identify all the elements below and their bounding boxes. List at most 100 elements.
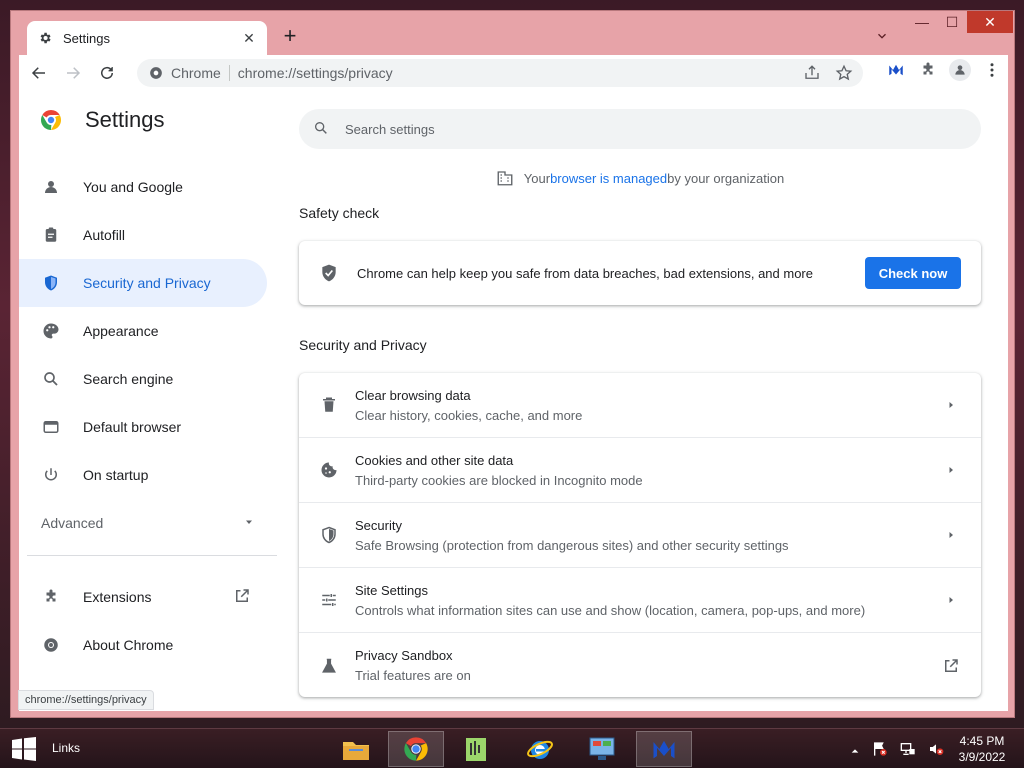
row-title: Cookies and other site data xyxy=(355,452,514,468)
managed-link[interactable]: browser is managed xyxy=(550,171,667,186)
clock-time: 4:45 PM xyxy=(959,734,1005,748)
row-privacy-sandbox[interactable]: Privacy Sandbox Trial features are on xyxy=(299,633,981,698)
row-title: Security xyxy=(355,517,402,533)
sidebar-item-security-and-privacy[interactable]: Security and Privacy xyxy=(19,259,267,307)
caret-down-icon xyxy=(243,515,255,531)
notepad-plus-taskbar-icon[interactable] xyxy=(448,731,504,767)
back-button[interactable] xyxy=(25,59,53,87)
malwarebytes-taskbar-icon[interactable] xyxy=(636,731,692,767)
reload-button[interactable] xyxy=(93,59,121,87)
advanced-label: Advanced xyxy=(41,515,104,531)
sidebar-item-autofill[interactable]: Autofill xyxy=(19,211,267,259)
puzzle-icon[interactable] xyxy=(917,59,939,81)
system-tray xyxy=(850,741,944,762)
new-tab-button[interactable]: + xyxy=(279,25,301,48)
sidebar-advanced-toggle[interactable]: Advanced xyxy=(41,515,255,531)
tab-settings[interactable]: Settings ✕ xyxy=(27,21,267,55)
sidebar: Settings You and Google Autofill Securit… xyxy=(19,91,277,711)
open-in-new-icon xyxy=(939,654,963,678)
control-panel-taskbar-icon[interactable] xyxy=(574,731,630,767)
address-bar[interactable]: Chrome chrome://settings/privacy xyxy=(137,59,863,87)
site-chip: Chrome xyxy=(171,65,230,81)
check-now-button[interactable]: Check now xyxy=(865,257,961,289)
profile-avatar-icon[interactable] xyxy=(949,59,971,81)
person-icon xyxy=(41,177,61,197)
managed-prefix: Your xyxy=(523,170,551,186)
gear-icon xyxy=(37,30,53,46)
chevron-down-icon[interactable] xyxy=(875,29,891,45)
tray-expand-icon[interactable] xyxy=(850,743,860,761)
row-subtitle: Safe Browsing (protection from dangerous… xyxy=(355,537,789,553)
sidebar-item-search-engine[interactable]: Search engine xyxy=(19,355,267,403)
power-icon xyxy=(41,465,61,485)
chrome-logo-icon xyxy=(39,108,63,132)
maximize-button[interactable]: ☐ xyxy=(937,11,967,33)
tune-icon xyxy=(319,590,339,610)
building-icon xyxy=(496,169,514,187)
close-window-button[interactable]: ✕ xyxy=(967,11,1013,33)
links-toolbar-label[interactable]: Links xyxy=(52,741,80,755)
tab-strip: Settings ✕ + — ☐ ✕ xyxy=(11,11,1014,55)
forward-button[interactable] xyxy=(59,59,87,87)
cookie-icon xyxy=(319,460,339,480)
palette-icon xyxy=(41,321,61,341)
shield-icon xyxy=(319,525,339,545)
page-title: Settings xyxy=(85,107,165,132)
kebab-menu-icon[interactable] xyxy=(981,59,1003,81)
row-cookies[interactable]: Cookies and other site data Third-party c… xyxy=(299,438,981,503)
browser-window: Settings ✕ + — ☐ ✕ Chrome chrome://setti… xyxy=(10,10,1015,718)
sidebar-item-about-chrome[interactable]: About Chrome xyxy=(19,621,267,669)
sidebar-item-label: Search engine xyxy=(83,371,174,387)
search-icon xyxy=(41,369,61,389)
arrow-right-icon xyxy=(939,458,963,482)
row-title: Site Settings xyxy=(355,582,428,598)
sidebar-item-label: Default browser xyxy=(83,419,182,435)
sidebar-item-extensions[interactable]: Extensions xyxy=(19,573,267,621)
shield-check-icon xyxy=(319,263,339,283)
sidebar-item-on-startup[interactable]: On startup xyxy=(19,451,267,499)
open-in-new-icon xyxy=(233,587,253,607)
shield-icon xyxy=(41,273,61,293)
search-settings-field[interactable]: Search settings xyxy=(299,109,981,149)
malwarebytes-extension-icon[interactable] xyxy=(885,59,907,81)
action-center-flag-icon[interactable] xyxy=(872,741,888,762)
sidebar-item-label: About Chrome xyxy=(83,637,174,653)
chrome-taskbar-icon[interactable] xyxy=(388,731,444,767)
sidebar-secondary: Extensions About Chrome xyxy=(19,573,277,669)
row-site-settings[interactable]: Site Settings Controls what information s… xyxy=(299,568,981,633)
tab-close-icon[interactable]: ✕ xyxy=(241,30,257,46)
chrome-icon xyxy=(41,635,61,655)
clock-date: 3/9/2022 xyxy=(958,750,1006,764)
share-icon[interactable] xyxy=(803,64,821,85)
sidebar-divider xyxy=(27,555,277,556)
taskbar-clock[interactable]: 4:45 PM 3/9/2022 xyxy=(952,733,1012,765)
sidebar-item-you-and-google[interactable]: You and Google xyxy=(19,163,267,211)
bookmark-star-icon[interactable] xyxy=(835,64,853,85)
network-icon[interactable] xyxy=(900,741,916,762)
sidebar-item-label: Extensions xyxy=(83,589,152,605)
url-text[interactable]: chrome://settings/privacy xyxy=(238,65,393,81)
row-clear-browsing-data[interactable]: Clear browsing data Clear history, cookie… xyxy=(299,373,981,438)
sidebar-nav: You and Google Autofill Security and Pri… xyxy=(19,163,277,499)
settings-page: Settings You and Google Autofill Securit… xyxy=(19,91,1008,711)
security-privacy-card: Clear browsing data Clear history, cookie… xyxy=(299,373,981,697)
file-explorer-taskbar-icon[interactable] xyxy=(328,731,384,767)
internet-explorer-taskbar-icon[interactable] xyxy=(512,731,568,767)
status-bubble: chrome://settings/privacy xyxy=(18,690,154,710)
sidebar-item-appearance[interactable]: Appearance xyxy=(19,307,267,355)
chrome-site-icon xyxy=(149,66,163,80)
volume-muted-icon[interactable] xyxy=(928,741,944,762)
arrow-right-icon xyxy=(939,588,963,612)
row-subtitle: Controls what information sites can use … xyxy=(355,602,866,618)
sidebar-item-default-browser[interactable]: Default browser xyxy=(19,403,267,451)
puzzle-icon xyxy=(41,587,61,607)
settings-brand: Settings xyxy=(39,107,165,133)
row-subtitle: Third-party cookies are blocked in Incog… xyxy=(355,472,643,488)
managed-suffix: by your organization xyxy=(667,170,785,186)
tab-title: Settings xyxy=(63,30,110,46)
row-security[interactable]: Security Safe Browsing (protection from d… xyxy=(299,503,981,568)
minimize-button[interactable]: — xyxy=(907,11,937,33)
row-title: Privacy Sandbox xyxy=(355,648,453,663)
windows-start-icon[interactable] xyxy=(10,737,38,761)
arrow-right-icon xyxy=(939,393,963,417)
